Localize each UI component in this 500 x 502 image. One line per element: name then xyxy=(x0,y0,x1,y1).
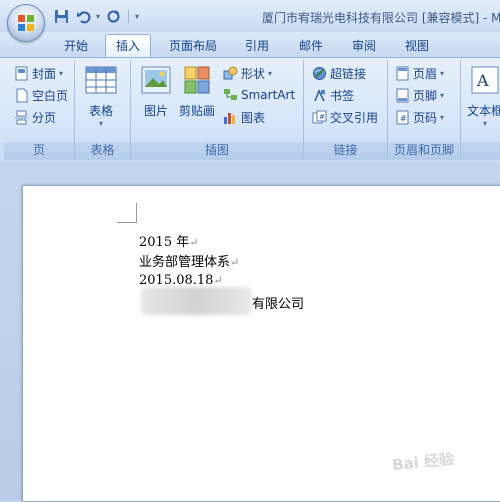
cross-reference-button[interactable]: # 交叉引用 xyxy=(312,109,378,126)
customize-qat-icon[interactable]: ▾ xyxy=(135,12,139,21)
ribbon-tabs: 开始 插入 页面布局 引用 邮件 审阅 视图 xyxy=(0,32,500,57)
doc-line-date[interactable]: 2015.08.18↵ xyxy=(139,273,223,288)
margin-corner-mark xyxy=(117,203,137,223)
paragraph-mark: ↵ xyxy=(189,236,199,249)
group-header-footer: 页眉 ▾ 页脚 ▾ # 页码 ▾ 页眉和页脚 xyxy=(388,60,461,160)
group-label-links: 链接 xyxy=(304,142,387,160)
bookmark-icon xyxy=(314,89,325,102)
dropdown-arrow-icon: ▾ xyxy=(440,113,445,122)
clipart-icon xyxy=(184,66,210,94)
office-logo-icon xyxy=(18,15,34,31)
tab-insert[interactable]: 插入 xyxy=(105,34,151,57)
bookmark-button[interactable]: 书签 xyxy=(312,87,354,104)
redo-icon[interactable] xyxy=(104,7,122,25)
hyperlink-button[interactable]: 超链接 xyxy=(312,65,366,82)
svg-text:#: # xyxy=(400,114,407,123)
tab-view[interactable]: 视图 xyxy=(398,35,436,57)
cover-page-icon xyxy=(15,66,28,81)
cross-reference-icon: # xyxy=(312,110,327,124)
redacted-text xyxy=(141,287,252,315)
quick-access-toolbar: ▾ ▾ xyxy=(52,7,139,25)
cover-page-button[interactable]: 封面 ▾ xyxy=(14,65,63,82)
doc-line-department[interactable]: 业务部管理体系↵ xyxy=(139,251,239,270)
text-box-button[interactable]: A 文本框 ▾ xyxy=(467,66,500,128)
picture-button[interactable]: 图片 xyxy=(141,66,171,119)
doc-line-year[interactable]: 2015 年↵ xyxy=(139,231,198,250)
group-label-illustrations: 插图 xyxy=(131,142,303,160)
text-box-icon: A xyxy=(471,66,499,94)
hyperlink-icon xyxy=(313,67,326,80)
group-pages: 封面 ▾ 空白页 分页 页 xyxy=(4,60,75,160)
group-text: A 文本框 ▾ xyxy=(461,60,500,160)
clipart-button[interactable]: 剪贴画 xyxy=(179,66,215,119)
group-label-table: 表格 xyxy=(75,142,130,160)
blank-page-icon xyxy=(16,88,28,103)
qat-separator xyxy=(128,9,130,23)
smartart-button[interactable]: SmartArt xyxy=(223,87,295,102)
shapes-button[interactable]: 形状 ▾ xyxy=(223,65,272,82)
group-links: 超链接 书签 # 交叉引用 链接 xyxy=(304,60,388,160)
page-number-button[interactable]: # 页码 ▾ xyxy=(395,109,444,126)
office-button[interactable] xyxy=(7,4,45,42)
ribbon: 封面 ▾ 空白页 分页 页 表格 ▾ 表格 图片 剪贴画 形状 ▾ SmartA… xyxy=(0,57,500,163)
tab-review[interactable]: 审阅 xyxy=(345,35,383,57)
tab-mailings[interactable]: 邮件 xyxy=(292,35,330,57)
dropdown-arrow-icon: ▾ xyxy=(440,91,445,100)
doc-line-company[interactable]: 有限公司 xyxy=(252,293,304,312)
window-title: 厦门市宥瑞光电科技有限公司 [兼容模式] - M xyxy=(262,11,500,25)
paragraph-mark: ↵ xyxy=(230,256,240,269)
header-icon xyxy=(396,66,409,81)
group-illustrations: 图片 剪贴画 形状 ▾ SmartArt 图表 插图 xyxy=(131,60,304,160)
picture-icon xyxy=(141,66,171,94)
dropdown-arrow-icon: ▾ xyxy=(268,69,273,78)
chart-button[interactable]: 图表 xyxy=(223,109,265,126)
svg-text:#: # xyxy=(319,113,325,121)
group-label-text xyxy=(461,142,500,160)
page-break-button[interactable]: 分页 xyxy=(14,109,56,126)
group-table: 表格 ▾ 表格 xyxy=(75,60,131,160)
svg-text:A: A xyxy=(476,71,489,90)
footer-button[interactable]: 页脚 ▾ xyxy=(395,87,444,104)
blank-page-button[interactable]: 空白页 xyxy=(14,87,68,104)
dropdown-arrow-icon: ▾ xyxy=(483,119,488,128)
save-icon[interactable] xyxy=(52,7,70,25)
shapes-icon xyxy=(223,66,238,80)
tab-references[interactable]: 引用 xyxy=(238,35,276,57)
chart-icon xyxy=(224,113,235,124)
undo-icon[interactable] xyxy=(74,7,92,25)
smartart-icon xyxy=(224,89,237,100)
dropdown-arrow-icon: ▾ xyxy=(59,69,64,78)
tab-page-layout[interactable]: 页面布局 xyxy=(163,35,223,57)
dropdown-arrow-icon: ▾ xyxy=(440,69,445,78)
table-button[interactable]: 表格 ▾ xyxy=(85,66,117,128)
group-label-pages: 页 xyxy=(4,142,74,160)
title-bar: ▾ ▾ 厦门市宥瑞光电科技有限公司 [兼容模式] - M xyxy=(0,0,500,32)
page-break-icon xyxy=(15,110,28,125)
group-label-header-footer: 页眉和页脚 xyxy=(388,142,460,160)
header-button[interactable]: 页眉 ▾ xyxy=(395,65,444,82)
undo-dropdown-icon[interactable]: ▾ xyxy=(96,12,100,21)
dropdown-arrow-icon: ▾ xyxy=(98,119,103,128)
footer-icon xyxy=(396,88,409,103)
paragraph-mark: ↵ xyxy=(213,274,223,287)
tab-home[interactable]: 开始 xyxy=(57,35,95,57)
page-number-icon: # xyxy=(396,110,409,125)
table-icon xyxy=(85,66,117,94)
